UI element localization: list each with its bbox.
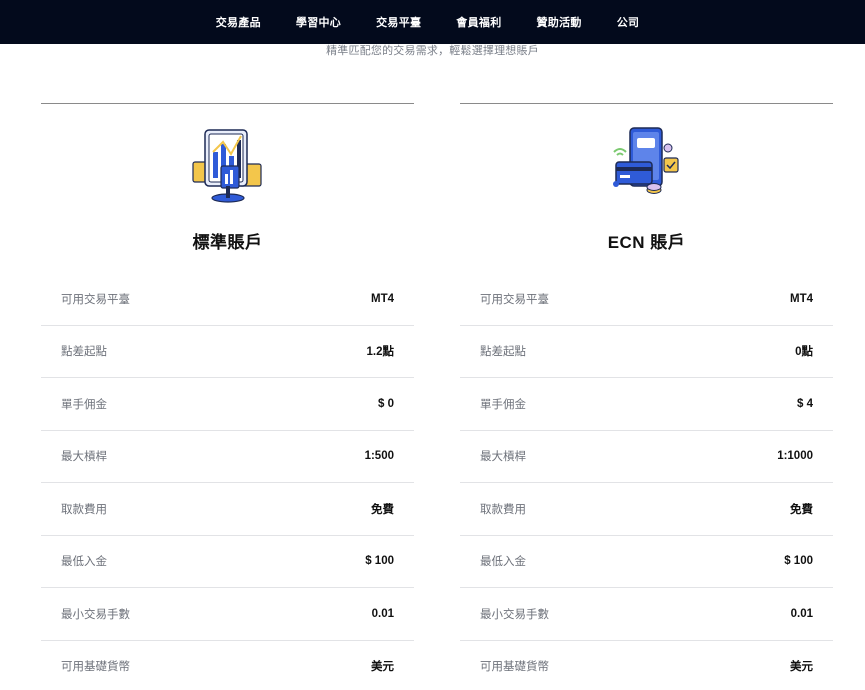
spec-value: 1.2點 bbox=[366, 346, 395, 359]
spec-row-commission: 單手佣金 $ 0 bbox=[41, 378, 414, 431]
spec-table: 可用交易平臺 MT4 點差起點 1.2點 單手佣金 $ 0 最大槓桿 1:500… bbox=[41, 273, 414, 690]
phone-card-illustration bbox=[460, 122, 833, 222]
spec-label: 可用交易平臺 bbox=[61, 293, 130, 306]
spec-value: 美元 bbox=[371, 661, 394, 674]
spec-label: 可用基礎貨幣 bbox=[61, 661, 130, 674]
spec-row-withdrawal-fee: 取款費用 免費 bbox=[460, 483, 833, 536]
spec-row-commission: 單手佣金 $ 4 bbox=[460, 378, 833, 431]
chart-document-icon bbox=[191, 129, 262, 203]
spec-label: 取款費用 bbox=[61, 503, 107, 516]
account-title: 標準賬戶 bbox=[192, 233, 263, 252]
spec-row-base-currency: 可用基礎貨幣 美元 bbox=[460, 641, 833, 690]
spec-label: 可用交易平臺 bbox=[480, 293, 549, 306]
spec-label: 單手佣金 bbox=[61, 398, 107, 411]
spec-value: 美元 bbox=[790, 661, 813, 674]
nav-menu: 交易產品 學習中心 交易平臺 會員福利 贊助活動 公司 bbox=[198, 14, 657, 30]
spec-row-platform: 可用交易平臺 MT4 bbox=[41, 273, 414, 326]
spec-value: MT4 bbox=[790, 292, 813, 305]
phone-card-icon bbox=[612, 127, 679, 194]
top-navigation: 交易產品 學習中心 交易平臺 會員福利 贊助活動 公司 bbox=[0, 0, 865, 44]
spec-value: $ 4 bbox=[797, 397, 813, 410]
nav-item-company[interactable]: 公司 bbox=[599, 14, 657, 30]
ecn-account-card: ECN 賬戶 可用交易平臺 MT4 點差起點 0點 單手佣金 $ 4 最大槓桿 … bbox=[460, 103, 833, 690]
spec-label: 最小交易手數 bbox=[61, 608, 130, 621]
spec-row-min-deposit: 最低入金 $ 100 bbox=[460, 536, 833, 588]
spec-row-base-currency: 可用基礎貨幣 美元 bbox=[41, 641, 414, 690]
spec-label: 點差起點 bbox=[61, 346, 107, 359]
spec-row-min-lot: 最小交易手數 0.01 bbox=[41, 588, 414, 641]
spec-label: 最低入金 bbox=[61, 556, 107, 569]
spec-label: 取款費用 bbox=[480, 503, 526, 516]
spec-value: $ 100 bbox=[784, 555, 813, 568]
spec-row-min-deposit: 最低入金 $ 100 bbox=[41, 536, 414, 588]
spec-row-platform: 可用交易平臺 MT4 bbox=[460, 273, 833, 326]
spec-label: 可用基礎貨幣 bbox=[480, 661, 549, 674]
card-divider bbox=[460, 103, 833, 104]
spec-row-spread: 點差起點 1.2點 bbox=[41, 326, 414, 378]
spec-row-min-lot: 最小交易手數 0.01 bbox=[460, 588, 833, 641]
nav-item-sponsorship[interactable]: 贊助活動 bbox=[519, 14, 599, 30]
spec-value: $ 100 bbox=[365, 555, 394, 568]
spec-row-leverage: 最大槓桿 1:1000 bbox=[460, 431, 833, 483]
spec-row-spread: 點差起點 0點 bbox=[460, 326, 833, 378]
spec-value: 1:500 bbox=[364, 450, 394, 463]
account-title: ECN 賬戶 bbox=[607, 233, 686, 252]
nav-item-learning[interactable]: 學習中心 bbox=[278, 14, 358, 30]
standard-account-card: 標準賬戶 可用交易平臺 MT4 點差起點 1.2點 單手佣金 $ 0 最大槓桿 … bbox=[41, 103, 414, 690]
spec-value: $ 0 bbox=[378, 397, 394, 410]
card-divider bbox=[41, 103, 414, 104]
spec-value: 0.01 bbox=[790, 607, 813, 620]
spec-label: 點差起點 bbox=[480, 346, 526, 359]
spec-row-withdrawal-fee: 取款費用 免費 bbox=[41, 483, 414, 536]
spec-label: 最低入金 bbox=[480, 556, 526, 569]
section-subtitle: 精準匹配您的交易需求，輕鬆選擇理想賬戶 bbox=[326, 45, 539, 57]
spec-value: 免費 bbox=[790, 503, 813, 516]
spec-value: 免費 bbox=[371, 503, 394, 516]
spec-value: 1:1000 bbox=[777, 450, 813, 463]
spec-label: 最大槓桿 bbox=[480, 451, 526, 464]
spec-label: 單手佣金 bbox=[480, 398, 526, 411]
spec-value: MT4 bbox=[371, 292, 394, 305]
nav-item-products[interactable]: 交易產品 bbox=[198, 14, 278, 30]
nav-item-membership[interactable]: 會員福利 bbox=[439, 14, 519, 30]
spec-value: 0點 bbox=[795, 346, 813, 359]
spec-label: 最大槓桿 bbox=[61, 451, 107, 464]
spec-table: 可用交易平臺 MT4 點差起點 0點 單手佣金 $ 4 最大槓桿 1:1000 … bbox=[460, 273, 833, 690]
chart-document-illustration bbox=[41, 122, 414, 222]
spec-label: 最小交易手數 bbox=[480, 608, 549, 621]
spec-value: 0.01 bbox=[371, 607, 394, 620]
spec-row-leverage: 最大槓桿 1:500 bbox=[41, 431, 414, 483]
nav-item-platforms[interactable]: 交易平臺 bbox=[359, 14, 439, 30]
